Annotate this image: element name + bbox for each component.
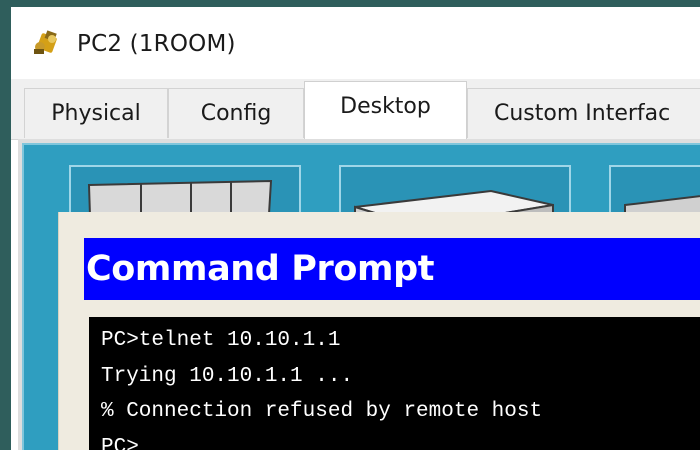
command-prompt-window: Command Prompt PC>telnet 10.10.1.1 Tryin… (58, 212, 700, 450)
terminal-line: % Connection refused by remote host (101, 400, 543, 423)
terminal-output[interactable]: PC>telnet 10.10.1.1 Trying 10.10.1.1 ...… (89, 317, 700, 450)
window-title: PC2 (1ROOM) (77, 31, 236, 57)
desktop-area: Command Prompt PC>telnet 10.10.1.1 Tryin… (22, 143, 700, 450)
terminal-line: Trying 10.10.1.1 ... (101, 364, 354, 388)
tab-config[interactable]: Config (168, 88, 304, 138)
packet-tracer-pc-icon (31, 27, 61, 57)
tab-desktop[interactable]: Desktop (304, 81, 467, 139)
terminal-prompt-line[interactable]: PC> (101, 430, 700, 450)
terminal-line: PC>telnet 10.10.1.1 (101, 329, 341, 352)
command-prompt-title: Command Prompt (84, 238, 700, 300)
tab-strip: Physical Config Desktop Custom Interfac (11, 79, 700, 140)
tab-physical[interactable]: Physical (24, 88, 168, 138)
desktop-panel: Command Prompt PC>telnet 10.10.1.1 Tryin… (18, 139, 700, 450)
pc2-window: PC2 (1ROOM) Physical Config Desktop Cust… (11, 7, 700, 450)
title-bar: PC2 (1ROOM) (11, 7, 700, 79)
tab-custom-interface[interactable]: Custom Interfac (467, 88, 700, 138)
